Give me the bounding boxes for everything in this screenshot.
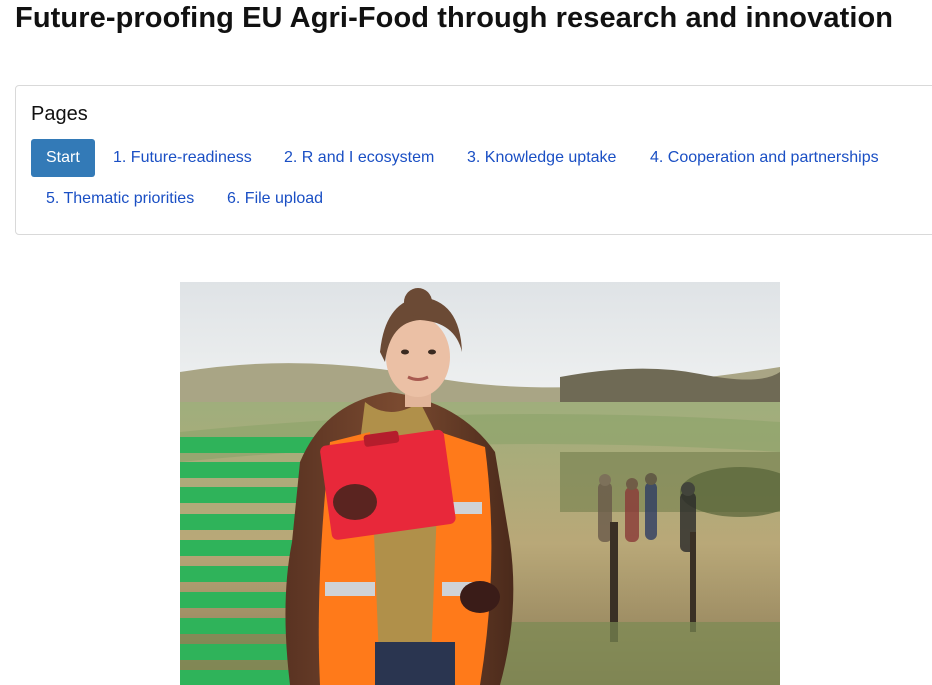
page-link-future-readiness[interactable]: 1. Future-readiness xyxy=(113,149,252,167)
hero-image xyxy=(180,282,780,685)
page-link-cooperation-and-partnerships[interactable]: 4. Cooperation and partnerships xyxy=(650,149,879,167)
page-link-thematic-priorities[interactable]: 5. Thematic priorities xyxy=(46,190,194,208)
page-link-r-and-i-ecosystem[interactable]: 2. R and I ecosystem xyxy=(284,149,434,167)
page-link-file-upload[interactable]: 6. File upload xyxy=(227,190,323,208)
pages-panel: Pages Start 1. Future-readiness 2. R and… xyxy=(15,85,932,235)
page-title: Future-proofing EU Agri-Food through res… xyxy=(15,2,894,34)
page-link-start[interactable]: Start xyxy=(31,139,95,177)
pages-heading: Pages xyxy=(31,103,88,125)
page-link-knowledge-uptake[interactable]: 3. Knowledge uptake xyxy=(467,149,616,167)
